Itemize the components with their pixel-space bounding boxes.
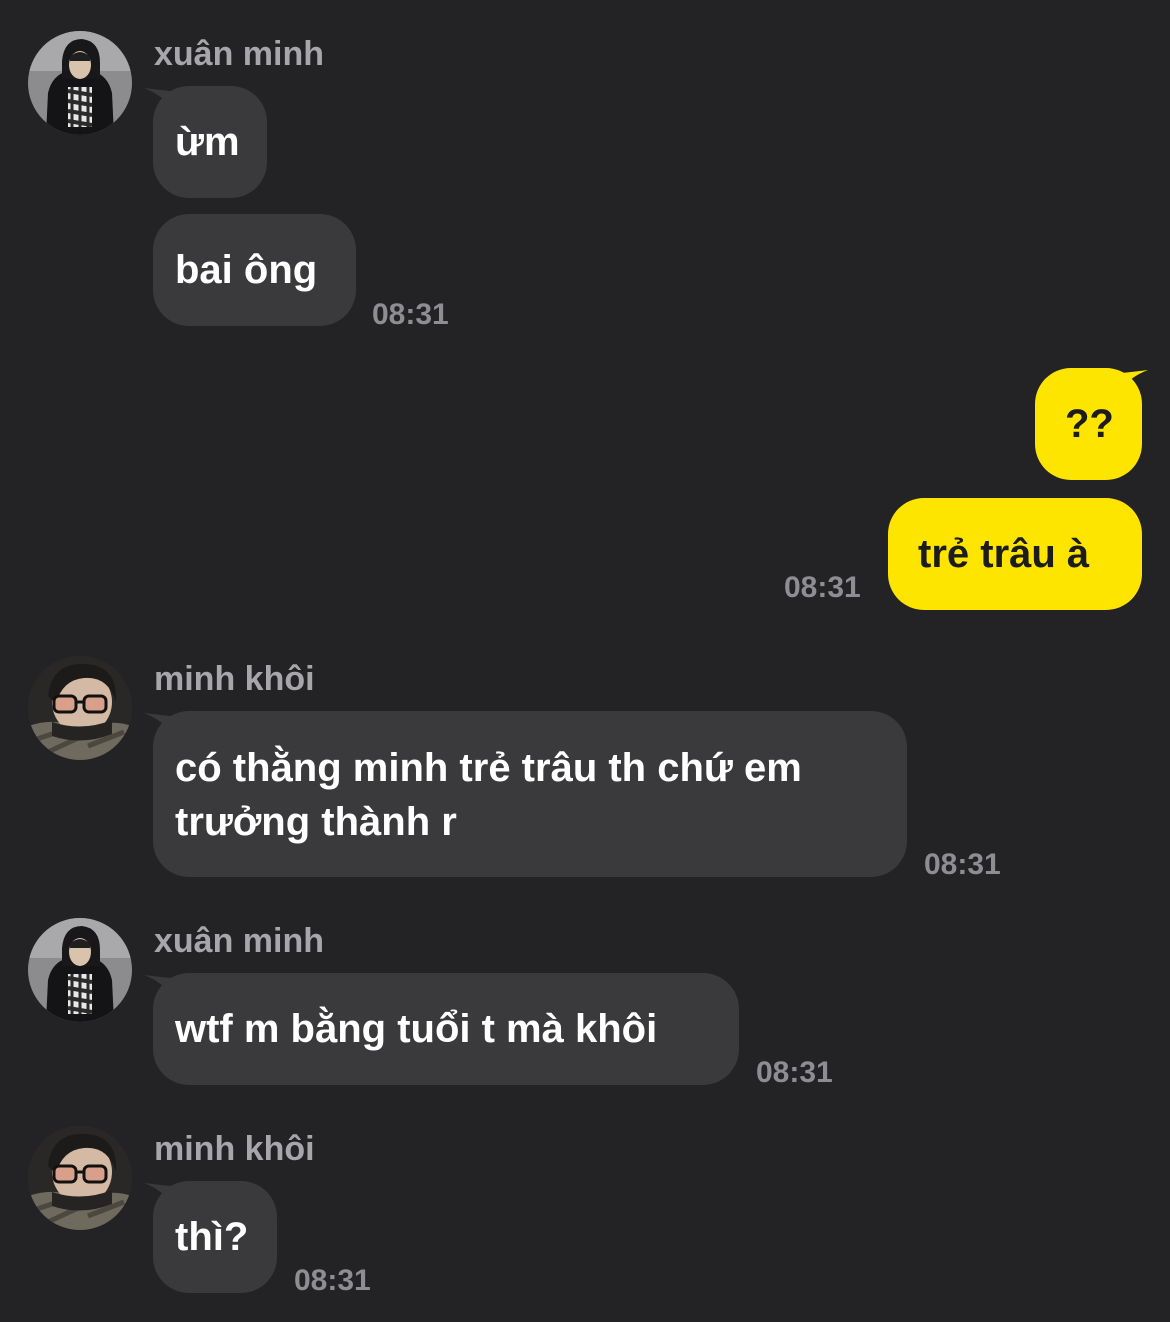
avatar-xuan-minh[interactable]: [28, 31, 132, 135]
message-bubble[interactable]: có thằng minh trẻ trâu th chứ em trưởng …: [153, 711, 907, 877]
sender-name: minh khôi: [154, 1130, 315, 1168]
message-timestamp: 08:31: [756, 1056, 833, 1089]
avatar-minh-khoi[interactable]: [28, 656, 132, 760]
profile-photo-hooded-icon: [28, 31, 132, 135]
message-timestamp: 08:31: [924, 848, 1001, 881]
avatar-xuan-minh[interactable]: [28, 918, 132, 1022]
message-bubble[interactable]: ừm: [153, 86, 267, 198]
profile-photo-hooded-icon: [28, 918, 132, 1022]
avatar-minh-khoi[interactable]: [28, 1126, 132, 1230]
message-bubble[interactable]: ??: [1035, 368, 1142, 480]
message-bubble[interactable]: thì?: [153, 1181, 277, 1293]
sender-name: xuân minh: [154, 922, 325, 960]
message-bubble[interactable]: bai ông: [153, 214, 356, 326]
profile-photo-glasses-icon: [28, 656, 132, 760]
profile-photo-glasses-icon: [28, 1126, 132, 1230]
message-timestamp: 08:31: [372, 298, 449, 331]
sender-name: minh khôi: [154, 660, 315, 698]
message-bubble[interactable]: trẻ trâu à: [888, 498, 1142, 610]
sender-name: xuân minh: [154, 35, 325, 73]
message-timestamp: 08:31: [294, 1264, 371, 1297]
message-timestamp: 08:31: [784, 571, 861, 604]
message-bubble[interactable]: wtf m bằng tuổi t mà khôi: [153, 973, 739, 1085]
